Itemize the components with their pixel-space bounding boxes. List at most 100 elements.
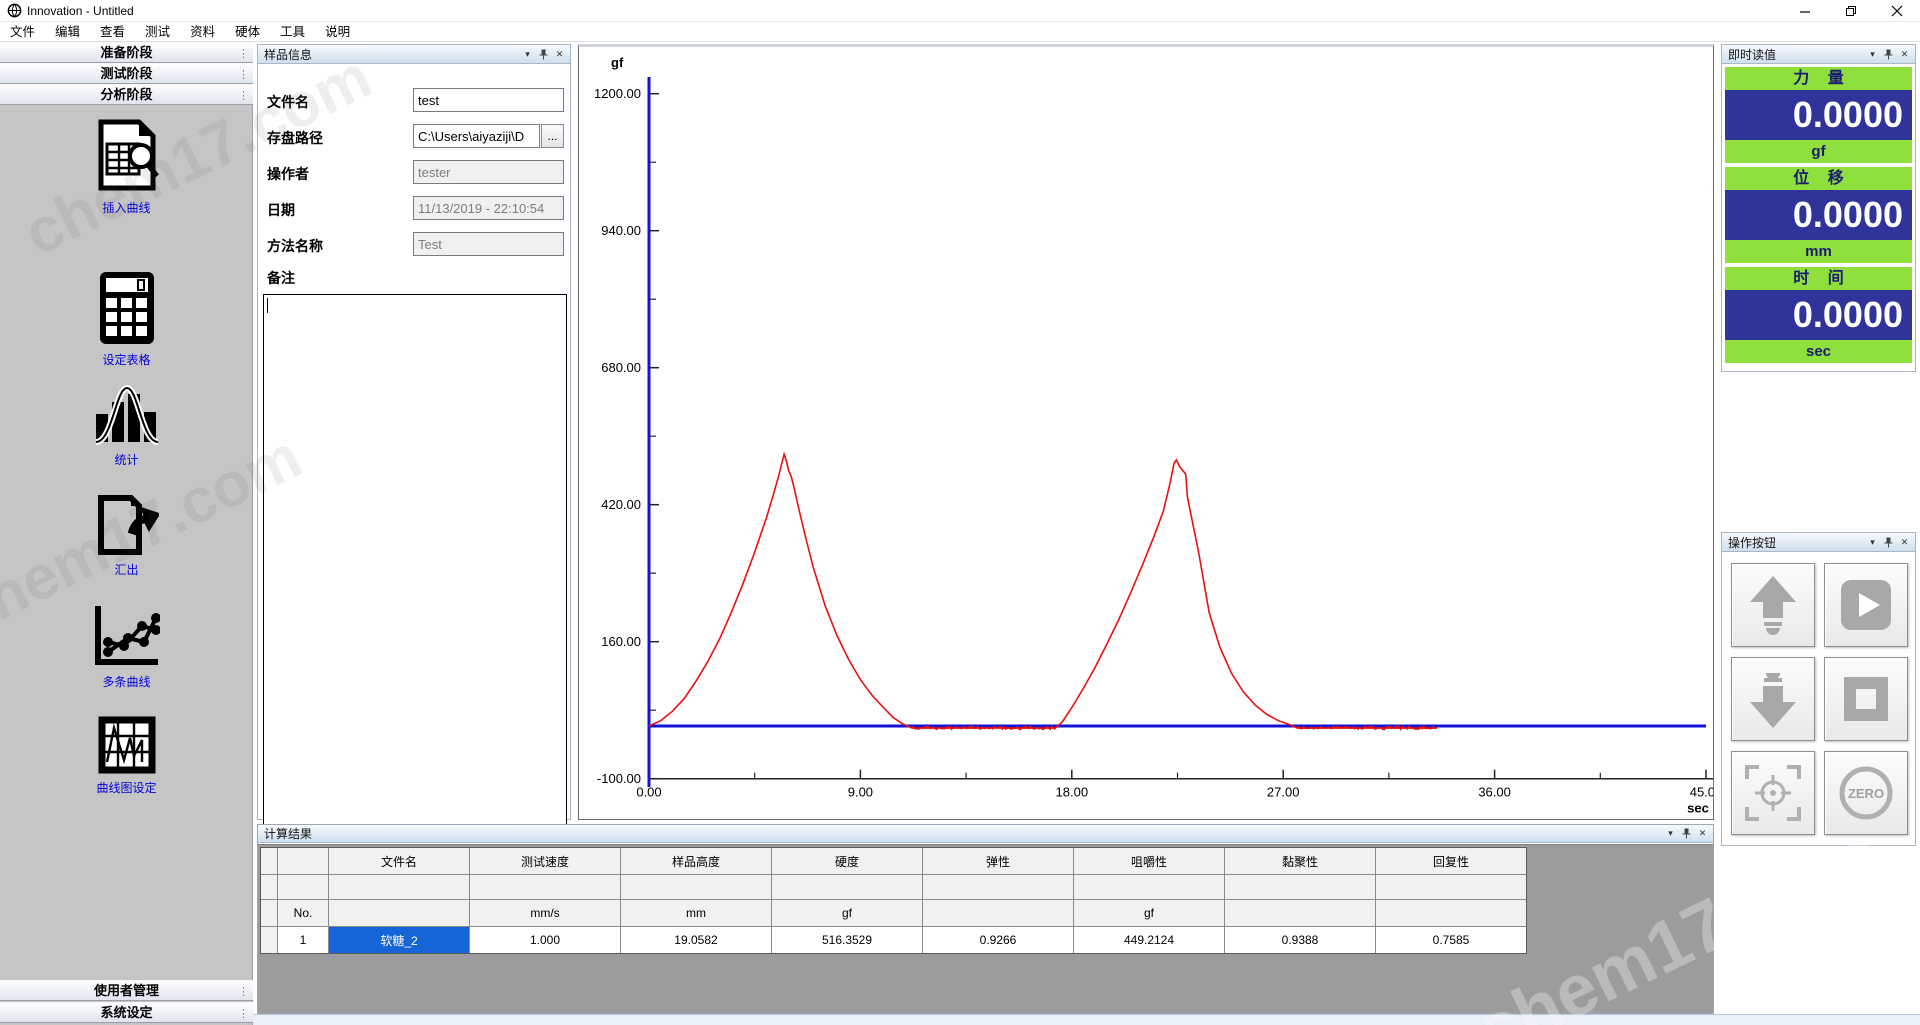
close-icon[interactable]: ✕ [1898,536,1911,549]
grip-icon: ⋮ [238,1005,249,1024]
menu-edit[interactable]: 编辑 [45,22,90,42]
menu-hardware[interactable]: 硬体 [225,22,270,42]
minimize-icon[interactable] [1782,0,1828,22]
filename-input[interactable] [413,88,564,112]
unit-hardness: gf [772,900,922,926]
zero-button[interactable]: ZERO [1824,751,1908,835]
speed-cell[interactable]: 1.000 [470,927,620,953]
tool-multi-curve[interactable]: 多条曲线 [0,604,253,690]
grip-icon: ⋮ [238,983,249,1002]
hardness-cell[interactable]: 516.3529 [772,927,922,953]
multi-curve-icon [94,604,160,668]
force-readout: 力 量 0.0000 gf [1725,67,1912,163]
time-unit: sec [1725,340,1912,363]
tool-insert-curve[interactable]: 插入曲线 [0,118,253,216]
pin-icon[interactable] [1680,827,1693,840]
menu-tools[interactable]: 工具 [270,22,315,42]
force-time-chart: 0.009.0018.0027.0036.0045.00sec1200.0094… [579,47,1713,818]
tool-statistics[interactable]: 统计 [0,384,253,468]
height-cell[interactable]: 19.0582 [621,927,771,953]
row-marker-cell[interactable] [261,927,277,953]
menu-data[interactable]: 资料 [180,22,225,42]
time-label: 时 间 [1725,267,1912,290]
action-buttons-header: 操作按钮 ▾ ✕ [1722,533,1915,552]
live-readout-header: 即时读值 ▾ ✕ [1722,45,1915,64]
jog-up-button[interactable] [1731,563,1815,647]
close-icon[interactable]: ✕ [1696,827,1709,840]
sidebar-tab-analysis[interactable]: 分析阶段⋮ [0,84,253,105]
col-header-file: 文件名 [329,848,469,874]
pin-icon[interactable] [537,48,550,61]
no-column-header [278,848,328,874]
remark-textarea[interactable] [263,294,567,828]
svg-text:36.00: 36.00 [1478,785,1511,800]
panel-menu-icon[interactable]: ▾ [1664,827,1677,840]
panel-menu-icon[interactable]: ▾ [521,48,534,61]
panel-menu-icon[interactable]: ▾ [1866,48,1879,61]
operator-label: 操作者 [267,164,309,184]
displacement-readout: 位 移 0.0000 mm [1725,167,1912,263]
sidebar-tab-prepare[interactable]: 准备阶段⋮ [0,42,253,63]
browse-button[interactable]: ... [541,124,564,148]
tool-label: 汇出 [0,561,253,578]
col-header-cohesiveness: 黏聚性 [1225,848,1375,874]
filename-label: 文件名 [267,92,309,112]
menu-help[interactable]: 说明 [315,22,360,42]
menu-bar: 文件 编辑 查看 测试 资料 硬体 工具 说明 [0,22,1920,42]
sample-info-panel: 样品信息 ▾ ✕ 文件名 存盘路径 ... 操作者 日期 方法名称 备注 [257,44,571,820]
row-number-cell[interactable]: 1 [278,927,328,953]
svg-text:ZERO: ZERO [1848,786,1884,801]
chewiness-cell[interactable]: 449.2124 [1074,927,1224,953]
restore-icon[interactable] [1828,0,1874,22]
svg-text:1200.00: 1200.00 [594,86,641,101]
jog-down-button[interactable] [1731,657,1815,741]
method-name-input [413,232,564,256]
zero-icon: ZERO [1836,763,1896,823]
time-readout: 时 间 0.0000 sec [1725,267,1912,363]
action-buttons-panel: 操作按钮 ▾ ✕ [1721,532,1916,846]
col-header-height: 样品高度 [621,848,771,874]
results-panel: 计算结果 ▾ ✕ 文件名 测试速度 样品高度 硬度 弹性 咀嚼性 黏聚性 回复性 [257,824,1714,1014]
row-marker-cell [261,900,277,926]
file-name-cell-selected[interactable]: 软糖_2 [329,927,469,953]
unit-chewiness: gf [1074,900,1224,926]
menu-file[interactable]: 文件 [0,22,45,42]
window-title: Innovation - Untitled [27,4,134,18]
menu-view[interactable]: 查看 [90,22,135,42]
stop-button[interactable] [1824,657,1908,741]
col-header-resilience: 回复性 [1376,848,1526,874]
menu-test[interactable]: 测试 [135,22,180,42]
status-strip [253,1014,1920,1025]
tool-table-setup[interactable]: 设定表格 [0,270,253,368]
tool-label: 插入曲线 [0,199,253,216]
pin-icon[interactable] [1882,48,1895,61]
save-path-input[interactable] [413,124,540,148]
sidebar-tab-system-settings[interactable]: 系统设定⋮ [0,1002,253,1023]
pin-icon[interactable] [1882,536,1895,549]
chart-panel: 0.009.0018.0027.0036.0045.00sec1200.0094… [578,44,1714,820]
statistics-icon [94,384,160,446]
target-icon [1743,763,1803,823]
cohesiveness-cell[interactable]: 0.9388 [1225,927,1375,953]
springiness-cell[interactable]: 0.9266 [923,927,1073,953]
panel-menu-icon[interactable]: ▾ [1866,536,1879,549]
method-name-label: 方法名称 [267,236,323,256]
start-button[interactable] [1824,563,1908,647]
close-icon[interactable]: ✕ [1898,48,1911,61]
tool-label: 多条曲线 [0,673,253,690]
sidebar-tab-user-management[interactable]: 使用者管理⋮ [0,980,253,1001]
grip-icon: ⋮ [238,45,249,64]
tool-export[interactable]: 汇出 [0,494,253,578]
resilience-cell[interactable]: 0.7585 [1376,927,1526,953]
locate-button[interactable] [1731,751,1815,835]
close-icon[interactable]: ✕ [553,48,566,61]
app-icon [7,3,22,18]
tool-label: 统计 [0,451,253,468]
sidebar-tab-test[interactable]: 测试阶段⋮ [0,63,253,84]
application-window: Innovation - Untitled 文件 编辑 查看 测试 资料 硬体 … [0,0,1920,1025]
tool-curve-settings[interactable]: 曲线图设定 [0,716,253,796]
tool-label: 曲线图设定 [0,779,253,796]
svg-text:9.00: 9.00 [848,785,873,800]
close-icon[interactable] [1874,0,1920,22]
stop-icon [1838,671,1894,727]
